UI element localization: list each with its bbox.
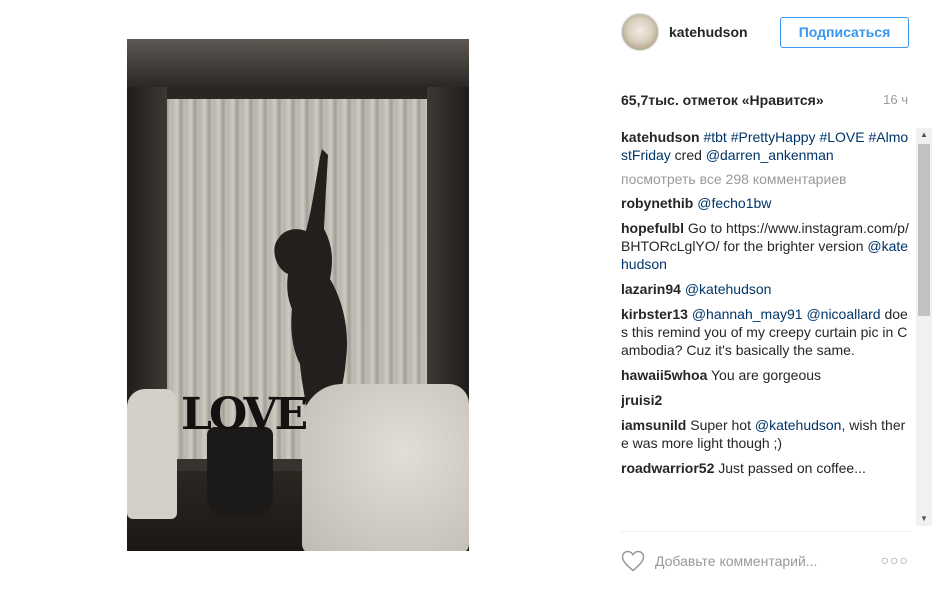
follow-button[interactable]: Подписаться [780,17,909,48]
comment-item: lazarin94 @katehudson [621,280,909,298]
view-all-comments-link[interactable]: посмотреть все 298 комментариев [621,171,909,187]
scroll-down-arrow-icon[interactable]: ▼ [916,512,932,526]
comment-user[interactable]: kirbster13 [621,306,688,322]
comment-user[interactable]: roadwarrior52 [621,460,714,476]
author-username[interactable]: katehudson [669,24,748,40]
photo-chair-left [127,389,177,519]
comment-item: robynethib @fecho1bw [621,194,909,212]
post-time[interactable]: 16 ч [883,92,908,107]
comment-item: roadwarrior52 Just passed on coffee... [621,459,909,477]
heart-icon[interactable] [621,550,645,572]
caption-user[interactable]: katehudson [621,129,700,145]
more-options-icon[interactable]: ○○○ [881,552,909,568]
comment-item: hopefulbl Go to https://www.instagram.co… [621,219,909,273]
comment-user[interactable]: robynethib [621,195,693,211]
add-comment-row: ○○○ [621,548,911,574]
photo-ceiling [127,39,469,87]
scroll-up-arrow-icon[interactable]: ▲ [916,128,932,142]
comment-user[interactable]: lazarin94 [621,281,681,297]
hashtag[interactable]: #LOVE [819,129,864,145]
comment-item: jruisi2 [621,391,909,409]
likes-count[interactable]: 65,7тыс. отметок «Нравится» [621,92,824,108]
photo-love-sign: LOVE [181,389,308,440]
mention[interactable]: @darren_ankenman [706,147,834,163]
post-header: katehudson Подписаться [621,13,911,53]
mention[interactable]: @hannah_may91 @nicoallard [692,306,881,322]
post-photo[interactable]: LOVE [127,39,469,551]
avatar[interactable] [621,13,659,51]
mention[interactable]: @fecho1bw [697,195,771,211]
comments-list: katehudson #tbt #PrettyHappy #LOVE #Almo… [621,128,909,526]
comment-user[interactable]: hopefulbl [621,220,684,236]
comment-item: hawaii5whoa You are gorgeous [621,366,909,384]
comments-scrollbar[interactable]: ▲ ▼ [916,128,932,526]
likes-row: 65,7тыс. отметок «Нравится» 16 ч [621,92,911,112]
caption: katehudson #tbt #PrettyHappy #LOVE #Almo… [621,129,909,163]
comment-text: Just passed on coffee... [718,460,866,476]
mention[interactable]: @katehudson [755,417,842,433]
scroll-thumb[interactable] [918,144,930,316]
add-comment-input[interactable] [655,551,855,571]
comment-text: You are gorgeous [711,367,822,383]
hashtag[interactable]: #tbt [703,129,726,145]
comment-user[interactable]: hawaii5whoa [621,367,707,383]
photo-side-table [207,427,273,517]
photo-chair-right [302,384,469,551]
hashtag[interactable]: #PrettyHappy [731,129,816,145]
comment-item: iamsunild Super hot @katehudson, wish th… [621,416,909,452]
comment-user[interactable]: iamsunild [621,417,686,433]
mention[interactable]: @katehudson [685,281,772,297]
comment-text: Super hot [690,417,755,433]
comment-item: kirbster13 @hannah_may91 @nicoallard doe… [621,305,909,359]
post-sidebar: katehudson Подписаться 65,7тыс. отметок … [621,0,932,591]
comment-user[interactable]: jruisi2 [621,392,662,408]
divider [621,531,911,532]
